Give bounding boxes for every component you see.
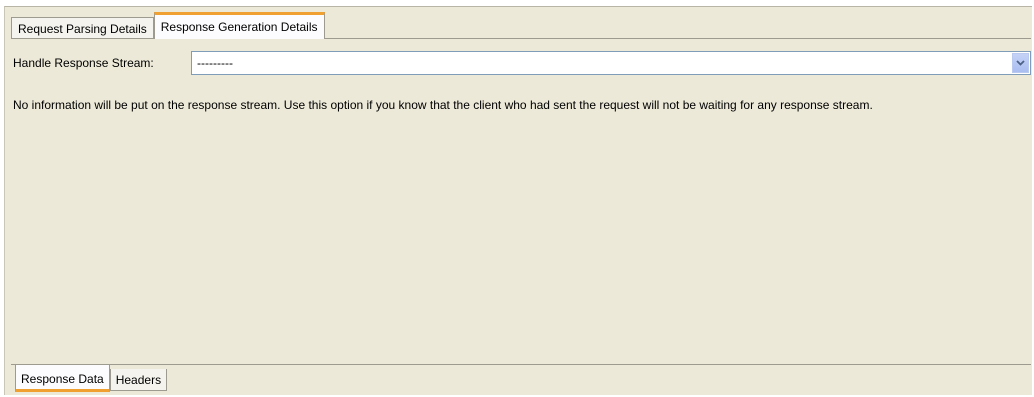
response-stream-row: Handle Response Stream: ---------: [11, 51, 1031, 75]
response-stream-info-text: No information will be put on the respon…: [13, 98, 873, 112]
tab-response-data[interactable]: Response Data: [15, 365, 110, 392]
tab-headers[interactable]: Headers: [109, 369, 168, 391]
bottom-tab-divider: [11, 364, 1031, 365]
top-tab-bar: Request Parsing Details Response Generat…: [11, 12, 325, 39]
chevron-down-icon[interactable]: [1012, 53, 1029, 73]
bottom-tab-bar: Response Data Headers: [15, 365, 168, 396]
tab-request-parsing-details[interactable]: Request Parsing Details: [11, 17, 154, 39]
response-stream-select[interactable]: ---------: [191, 51, 1031, 75]
response-stream-selected-value: ---------: [197, 56, 233, 70]
response-stream-label: Handle Response Stream:: [13, 56, 154, 70]
tab-response-generation-details[interactable]: Response Generation Details: [153, 12, 325, 39]
response-generation-panel: Handle Response Stream: --------- No inf…: [11, 38, 1031, 364]
panel-frame: Request Parsing Details Response Generat…: [4, 6, 1032, 395]
